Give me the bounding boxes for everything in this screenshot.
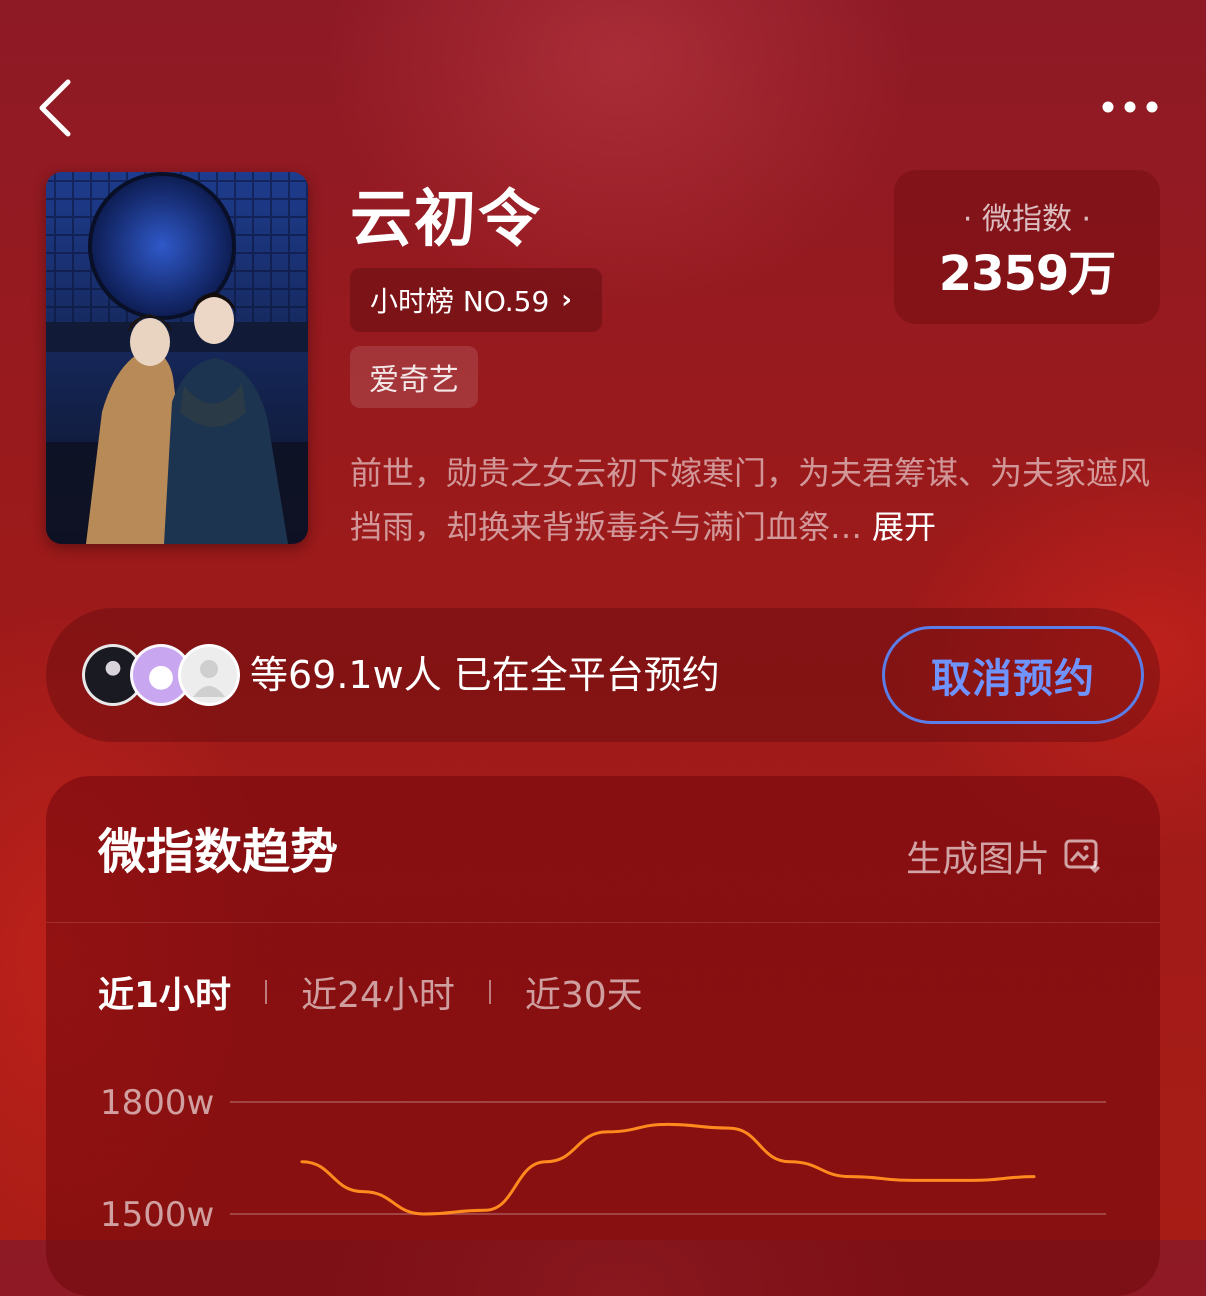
generate-image-label: 生成图片 — [906, 839, 1051, 880]
hourly-rank-chip[interactable]: 小时榜 NO.59 › — [350, 268, 602, 332]
tab-separator — [488, 980, 491, 1004]
chevron-left-icon — [39, 79, 71, 137]
more-dots-icon — [1102, 101, 1158, 113]
synopsis-text: 前世，勋贵之女云初下嫁寒门，为夫君筹谋、为夫家遮风挡雨，却换来背叛毒杀与满门血祭… — [350, 454, 1151, 546]
rank-label: 小时榜 NO.59 — [370, 285, 550, 318]
default-avatar-icon — [193, 660, 225, 697]
expand-link[interactable]: 展开 — [872, 508, 936, 546]
tab-separator — [265, 980, 268, 1004]
synopsis: 前世，勋贵之女云初下嫁寒门，为夫君筹谋、为夫家遮风挡雨，却换来背叛毒杀与满门血祭… — [350, 446, 1150, 554]
tab-24-hours[interactable]: 近24小时 — [301, 966, 455, 1018]
poster-image[interactable] — [46, 172, 308, 544]
show-title: 云初令 — [350, 182, 543, 255]
image-download-icon — [1064, 839, 1101, 873]
tab-1-hour[interactable]: 近1小时 — [98, 966, 231, 1018]
time-range-tabs: 近1小时 近24小时 近30天 — [98, 966, 643, 1018]
trend-title: 微指数趋势 — [98, 824, 339, 880]
index-trend-card: 微指数趋势 生成图片 近1小时 近24小时 近30天 1800w 1500w — [46, 776, 1160, 1296]
index-label: · 微指数 · — [962, 202, 1092, 237]
divider — [46, 922, 1160, 923]
weibo-index-card: · 微指数 · 2359万 — [894, 170, 1160, 324]
reservation-bar: 等69.1w人 已在全平台预约 取消预约 — [46, 608, 1160, 742]
reservation-count-text: 等69.1w人 已在全平台预约 — [250, 653, 720, 697]
y-tick-label: 1800w — [100, 1083, 214, 1123]
platform-tag: 爱奇艺 — [350, 346, 478, 408]
avatar — [178, 644, 240, 706]
poster-art — [46, 172, 308, 544]
index-value: 2359万 — [938, 246, 1117, 302]
back-button[interactable] — [30, 78, 82, 138]
cancel-reservation-button[interactable]: 取消预约 — [882, 626, 1144, 724]
chevron-right-icon: › — [561, 285, 572, 315]
generate-image-button[interactable]: 生成图片 — [906, 830, 1102, 882]
trend-line-chart: 1800w 1500w — [100, 1083, 1106, 1235]
y-tick-label: 1500w — [100, 1195, 214, 1235]
more-button[interactable] — [1094, 90, 1166, 124]
tab-30-days[interactable]: 近30天 — [525, 966, 643, 1018]
series-line — [300, 1122, 1036, 1216]
